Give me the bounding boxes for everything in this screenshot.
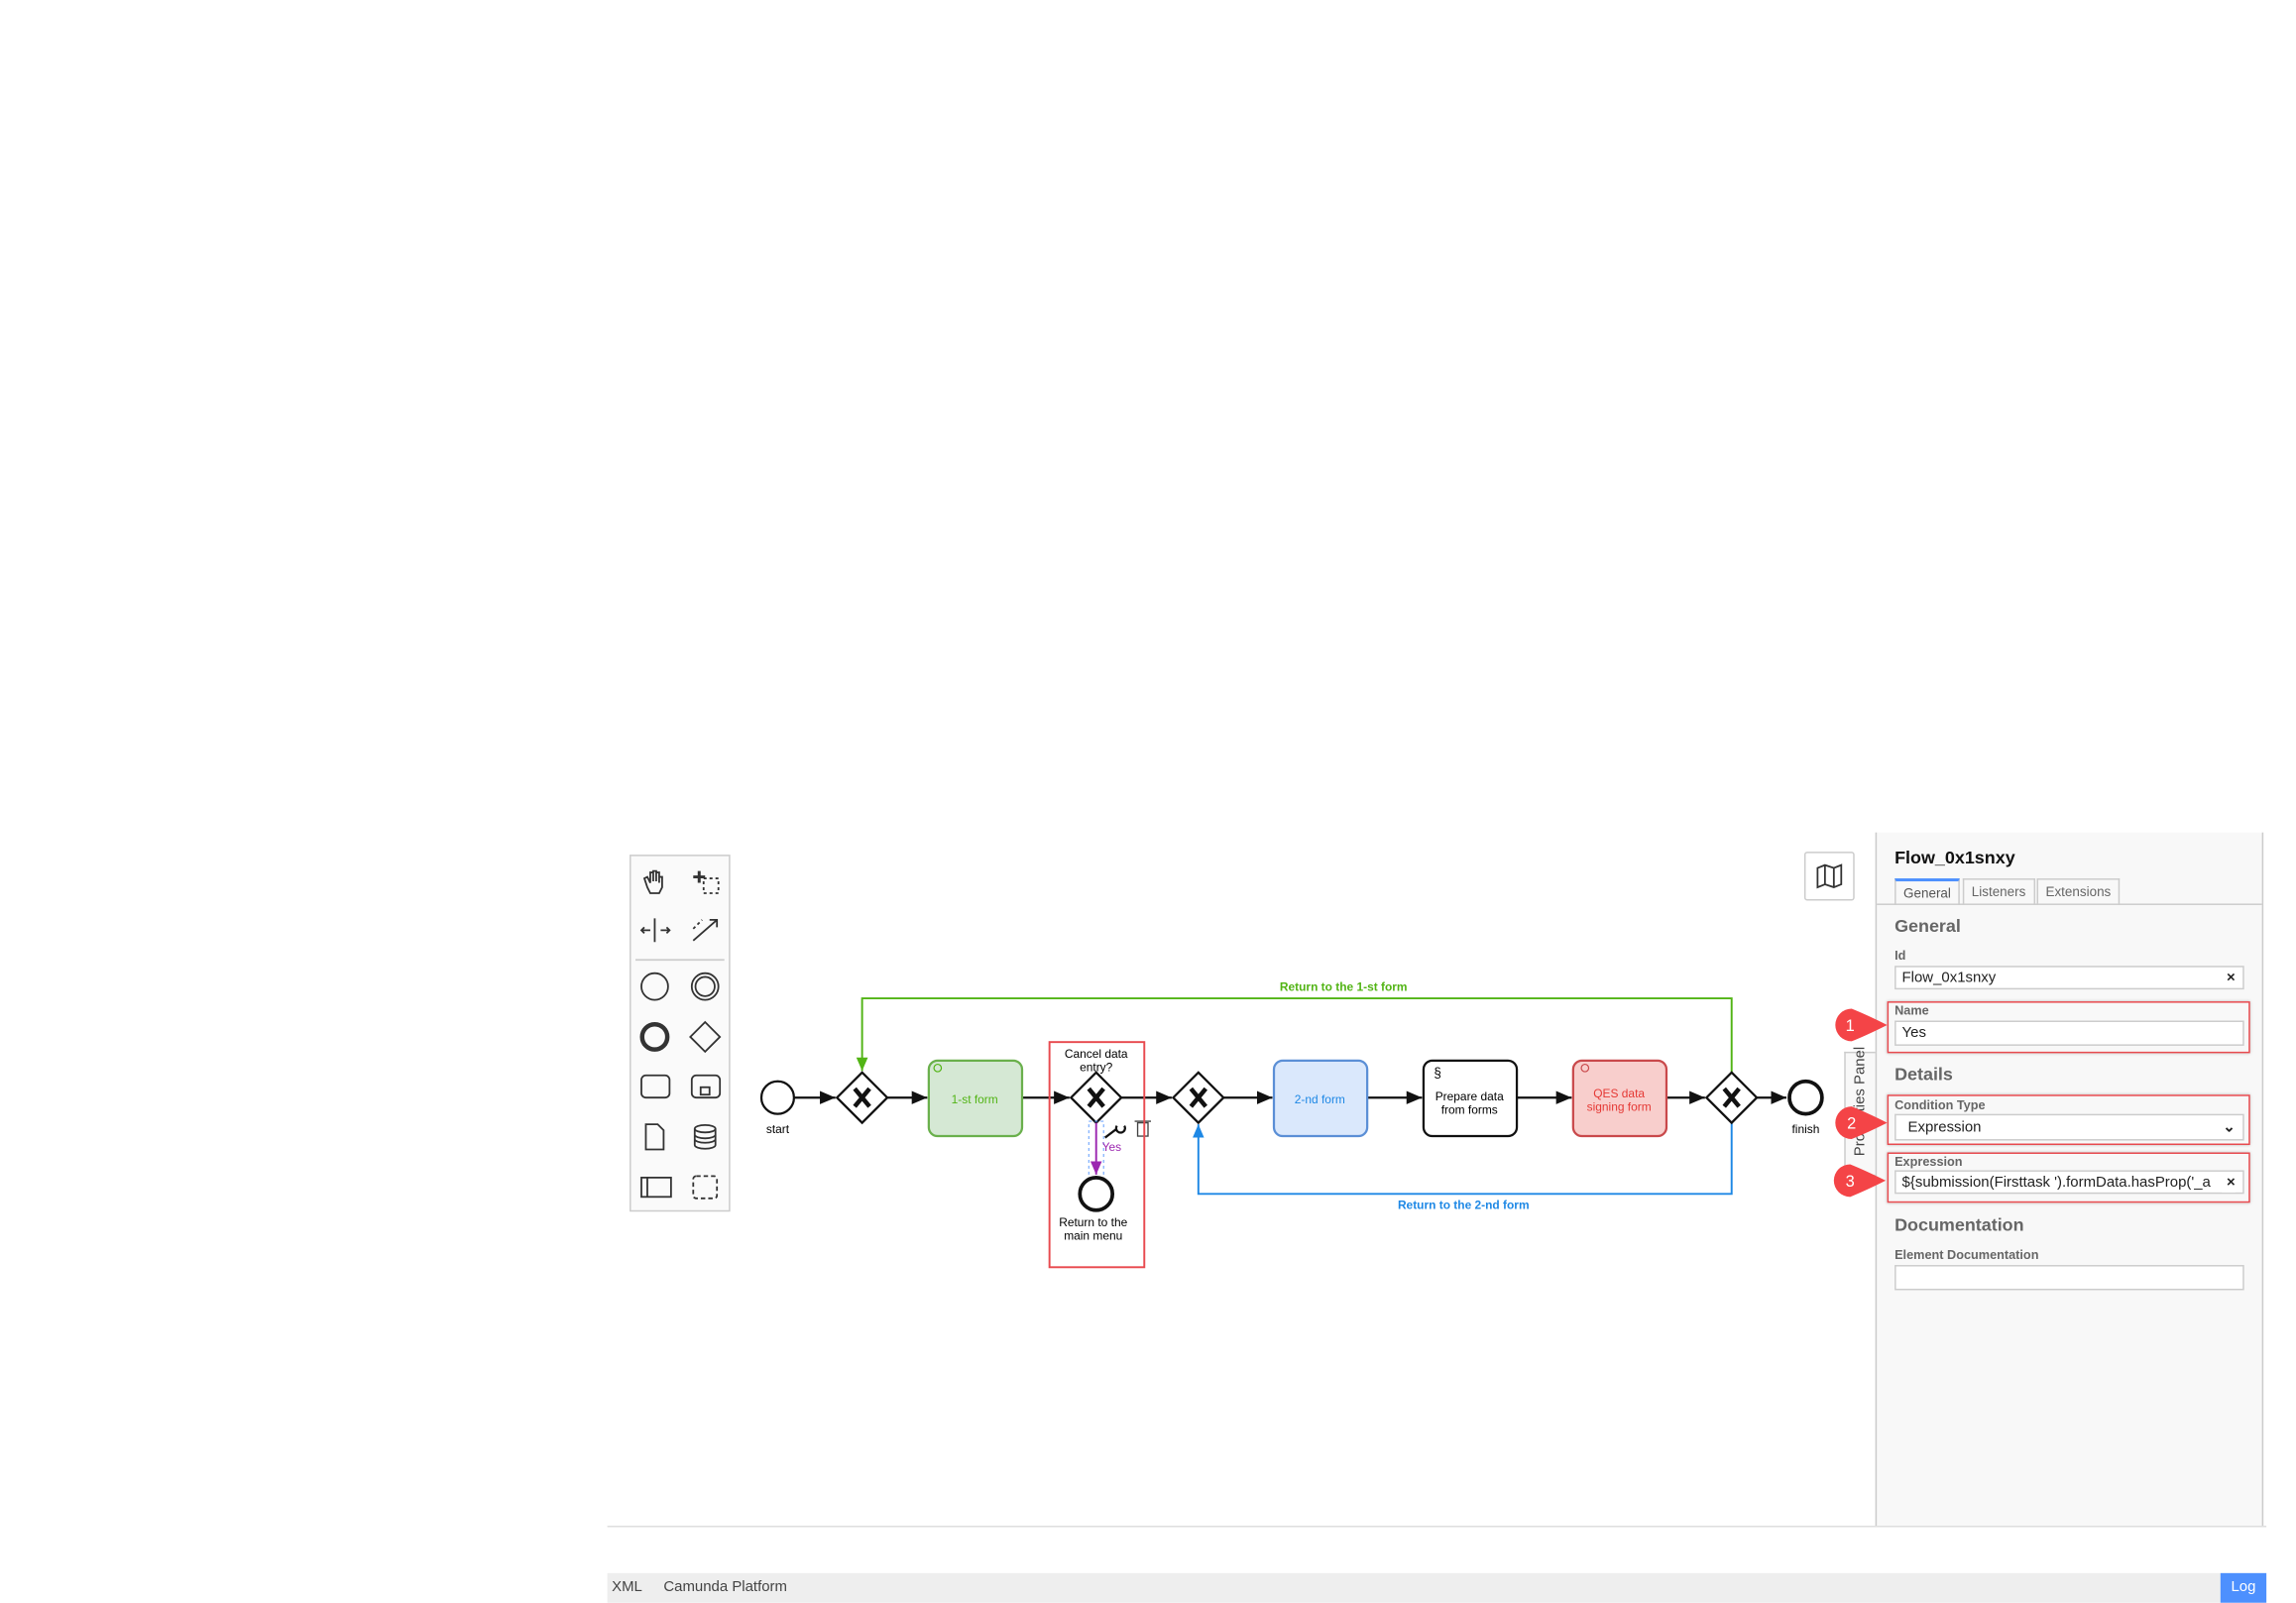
start-label: start xyxy=(766,1122,790,1136)
marker-pin xyxy=(1835,1106,1888,1140)
script-icon: § xyxy=(1434,1065,1440,1080)
end-label: Return to the xyxy=(1059,1215,1127,1229)
platform-label[interactable]: Camunda Platform xyxy=(663,1579,787,1595)
exclusive-gateway[interactable] xyxy=(835,1071,889,1125)
task-label: 2-nd form xyxy=(1295,1092,1345,1106)
xml-tab[interactable]: XML xyxy=(612,1579,641,1595)
exclusive-gateway[interactable] xyxy=(1704,1071,1759,1125)
highlight-box xyxy=(1887,1152,2250,1203)
id-value: Flow_0x1snxy xyxy=(1901,970,1997,987)
section-details: Details xyxy=(1894,1063,1953,1085)
loop-label-1st: Return to the 1-st form xyxy=(1280,980,1408,994)
task-label: signing form xyxy=(1587,1100,1652,1114)
loop-label-2nd: Return to the 2-nd form xyxy=(1398,1198,1530,1211)
wrench-icon[interactable] xyxy=(1104,1124,1126,1139)
task-label: Prepare data xyxy=(1435,1089,1504,1103)
user-task-qes-signing[interactable]: QES data signing form xyxy=(1571,1059,1668,1138)
user-task-1st-form[interactable]: 1-st form xyxy=(927,1059,1024,1138)
flow-yes-label[interactable]: Yes xyxy=(1102,1140,1122,1154)
tab-general[interactable]: General xyxy=(1894,878,1960,905)
section-documentation: Documentation xyxy=(1894,1214,2024,1236)
user-task-2nd-form[interactable]: 2-nd form xyxy=(1272,1059,1369,1138)
marker-number: 2 xyxy=(1847,1115,1856,1133)
element-documentation-input[interactable] xyxy=(1894,1265,2244,1291)
marker-pin xyxy=(1833,1164,1887,1198)
id-input[interactable]: Flow_0x1snxy × xyxy=(1894,966,2244,990)
return-main-menu-end-event[interactable] xyxy=(1078,1176,1115,1212)
element-title: Flow_0x1snxy xyxy=(1894,847,2015,868)
gateway-label: Cancel data xyxy=(1065,1047,1128,1061)
tab-listeners[interactable]: Listeners xyxy=(1962,878,2035,904)
highlight-box xyxy=(1887,1094,2250,1146)
highlight-box xyxy=(1887,1001,2250,1054)
trash-icon[interactable] xyxy=(1134,1120,1151,1137)
marker-number: 3 xyxy=(1846,1173,1855,1191)
element-documentation-label: Element Documentation xyxy=(1894,1247,2039,1263)
task-label: 1-st form xyxy=(952,1092,998,1106)
script-task-prepare-data[interactable]: § Prepare data from forms xyxy=(1422,1059,1519,1138)
clear-icon[interactable]: × xyxy=(2227,968,2236,988)
section-general: General xyxy=(1894,915,1961,937)
task-label: from forms xyxy=(1441,1103,1498,1117)
marker-pin xyxy=(1835,1008,1888,1042)
log-button[interactable]: Log xyxy=(2220,1572,2267,1603)
start-event[interactable] xyxy=(759,1080,796,1115)
tab-extensions[interactable]: Extensions xyxy=(2036,878,2121,904)
id-label: Id xyxy=(1894,948,1906,964)
end-label: main menu xyxy=(1064,1229,1122,1243)
divider xyxy=(1877,903,2262,905)
exclusive-gateway[interactable] xyxy=(1069,1071,1123,1125)
gateway-label: entry? xyxy=(1080,1060,1113,1074)
finish-end-event[interactable] xyxy=(1787,1079,1824,1116)
annotation-markers: 1 2 3 xyxy=(1833,1008,1888,1198)
marker-number: 1 xyxy=(1846,1017,1855,1035)
divider xyxy=(607,1526,2267,1528)
status-bar: XML Camunda Platform Log xyxy=(607,1572,2267,1603)
task-label: QES data xyxy=(1593,1087,1645,1100)
exclusive-gateway[interactable] xyxy=(1171,1071,1225,1125)
finish-label: finish xyxy=(1791,1122,1819,1136)
